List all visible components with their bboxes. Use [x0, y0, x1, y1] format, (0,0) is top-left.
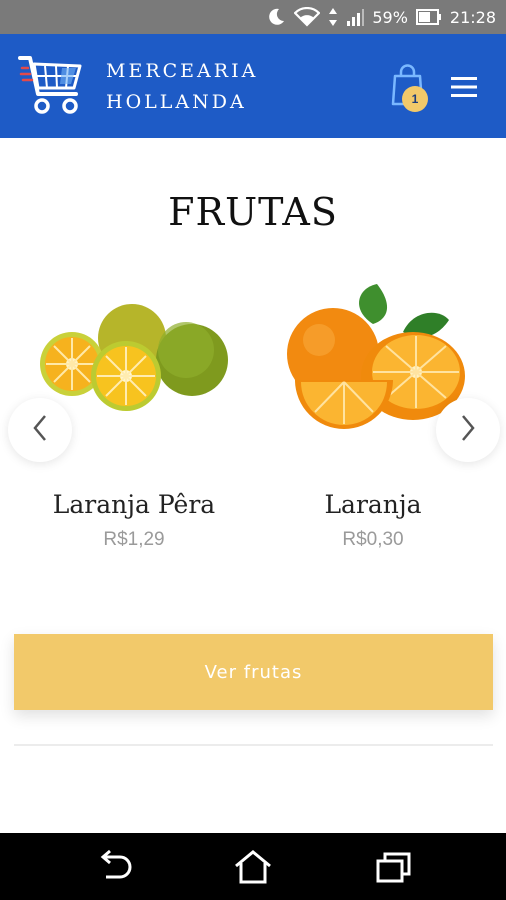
- carousel-next-button[interactable]: [436, 398, 500, 462]
- product-name[interactable]: Laranja Pêra: [14, 490, 254, 519]
- home-icon[interactable]: [233, 849, 273, 885]
- brand-line-2: HOLLANDA: [106, 91, 247, 113]
- battery-percent: 59%: [372, 7, 408, 27]
- brand-line-1: MERCEARIA: [106, 60, 259, 82]
- hamburger-menu-icon[interactable]: [450, 74, 478, 100]
- divider: [14, 744, 493, 746]
- clock: 21:28: [449, 7, 496, 27]
- data-arrows-icon: [328, 7, 338, 27]
- chevron-right-icon: [458, 413, 478, 448]
- product-name[interactable]: Laranja: [253, 490, 493, 519]
- chevron-left-icon: [30, 413, 50, 448]
- signal-icon: [346, 8, 365, 26]
- product-price: R$0,30: [342, 529, 404, 550]
- back-icon[interactable]: [94, 849, 134, 885]
- view-fruits-button[interactable]: Ver frutas: [14, 634, 493, 710]
- battery-icon: [415, 8, 442, 26]
- brand-name[interactable]: MERCEARIA HOLLANDA: [106, 56, 258, 118]
- status-bar: 59% 21:28: [0, 0, 506, 34]
- carousel-prev-button[interactable]: [8, 398, 72, 462]
- app-header: MERCEARIA HOLLANDA 1: [0, 34, 506, 138]
- cart-count-badge: 1: [402, 86, 428, 112]
- product-price: R$1,29: [103, 529, 165, 550]
- wifi-icon: [294, 7, 321, 27]
- system-nav-bar: [0, 833, 506, 900]
- recent-apps-icon[interactable]: [374, 849, 414, 885]
- shopping-cart-logo-icon[interactable]: [18, 54, 88, 123]
- section-title: FRUTAS: [168, 190, 338, 234]
- moon-icon: [266, 7, 286, 27]
